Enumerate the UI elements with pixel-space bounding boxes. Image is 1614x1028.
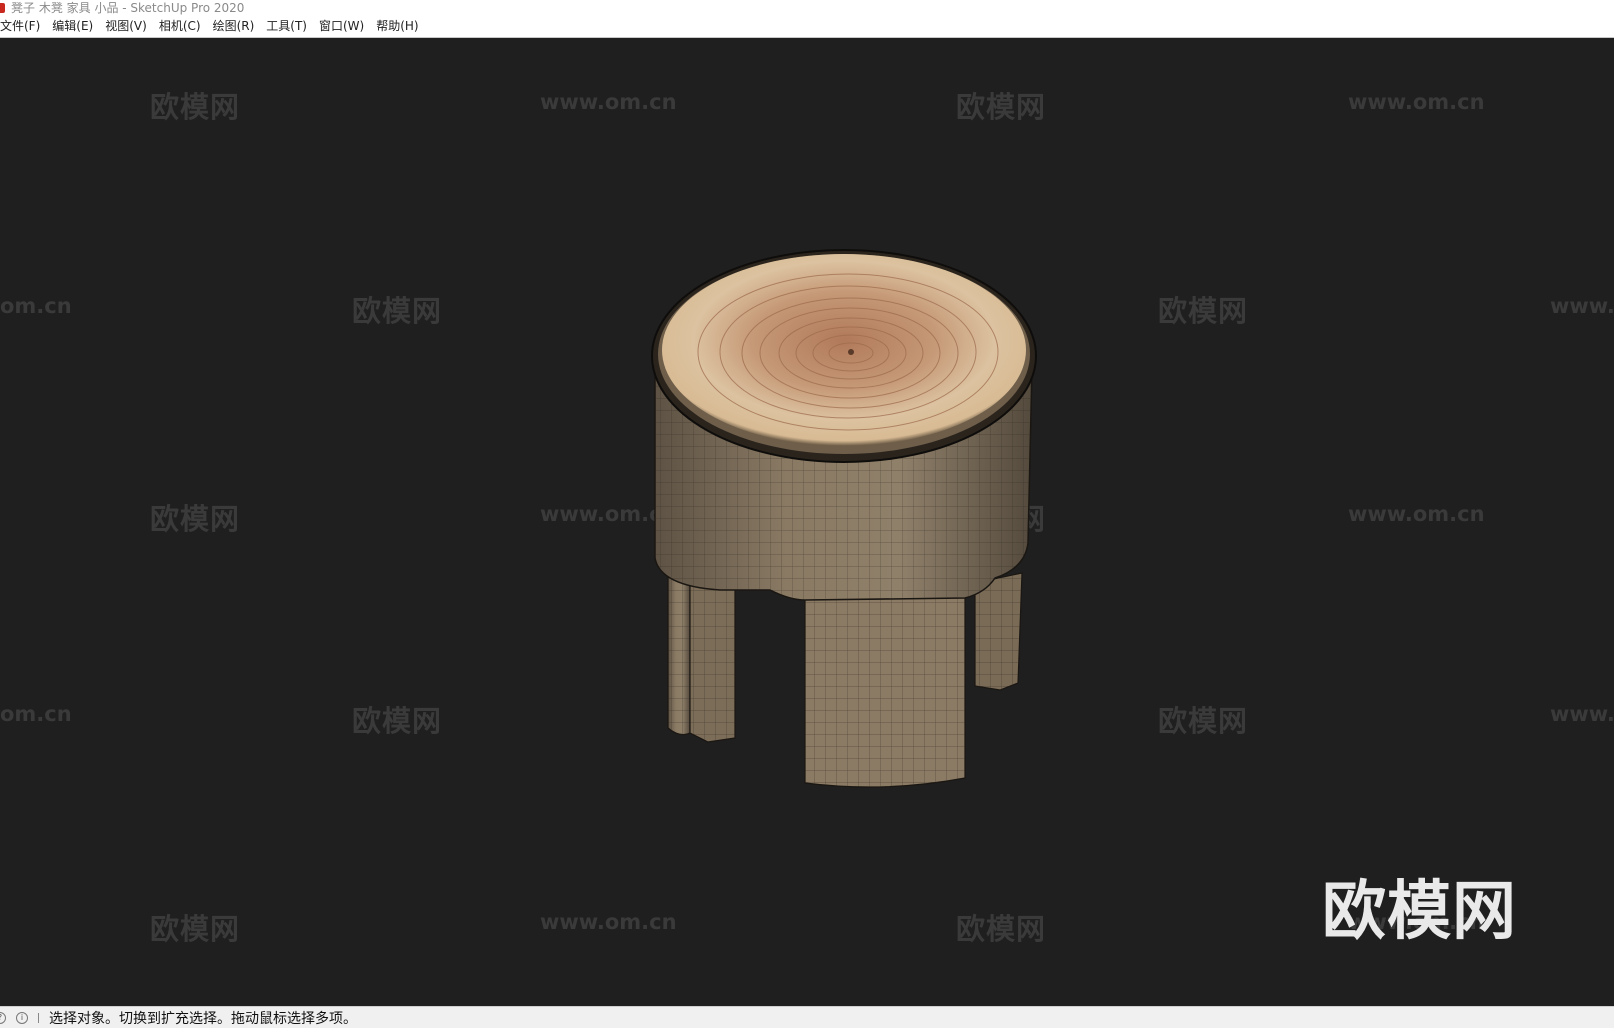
sketchup-window: 凳子 木凳 家具 小品 - SketchUp Pro 2020 文件(F) 编辑…: [0, 0, 1614, 1028]
menu-view[interactable]: 视图(V): [99, 15, 153, 38]
status-separator: [38, 1012, 39, 1023]
stool-leg-left-mesh: [668, 568, 690, 735]
model-viewport[interactable]: 欧模网 www.om.cn 欧模网 www.om.cn om.cn 欧模网 欧模…: [0, 38, 1614, 1006]
menu-draw[interactable]: 绘图(R): [207, 15, 261, 38]
stool-top: [662, 254, 1026, 446]
menu-bar: 文件(F) 编辑(E) 视图(V) 相机(C) 绘图(R) 工具(T) 窗口(W…: [0, 15, 1614, 38]
info-icon[interactable]: i: [16, 1011, 28, 1024]
menu-help[interactable]: 帮助(H): [370, 15, 424, 38]
status-bar: ? i 选择对象。切换到扩充选择。拖动鼠标选择多项。: [0, 1006, 1614, 1028]
status-message: 选择对象。切换到扩充选择。拖动鼠标选择多项。: [49, 1010, 357, 1027]
menu-tools[interactable]: 工具(T): [260, 15, 313, 38]
tree-pith: [848, 349, 854, 355]
geo-location-icon[interactable]: ?: [0, 1011, 6, 1024]
menu-edit[interactable]: 编辑(E): [46, 15, 99, 38]
menu-file[interactable]: 文件(F): [0, 15, 46, 38]
stool-leg-front-mesh: [805, 596, 965, 787]
om-logo-watermark: 欧模网: [1322, 875, 1517, 949]
stool-leg-left-front-mesh: [690, 573, 735, 742]
menu-camera[interactable]: 相机(C): [153, 15, 207, 38]
title-bar: 凳子 木凳 家具 小品 - SketchUp Pro 2020: [0, 0, 1614, 15]
sketchup-app-icon: [0, 2, 5, 13]
menu-window[interactable]: 窗口(W): [313, 15, 370, 38]
